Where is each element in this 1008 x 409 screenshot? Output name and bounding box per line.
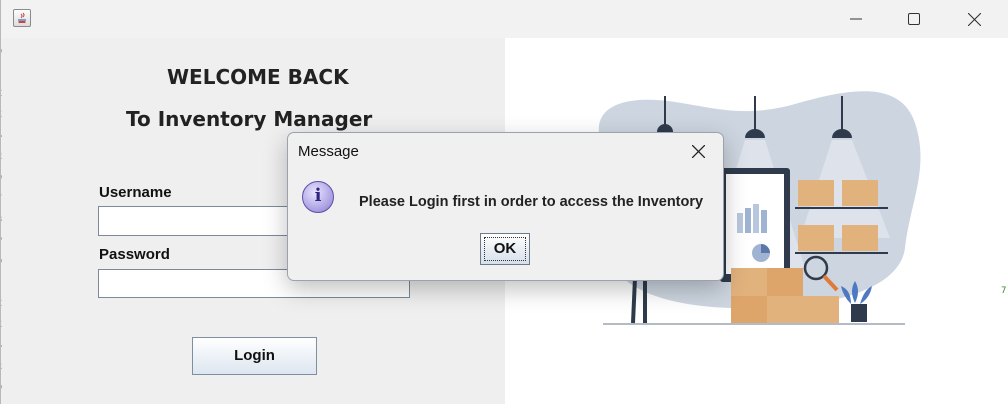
message-dialog: Message i Please Login first in order to… xyxy=(287,132,724,281)
ok-button[interactable]: OK xyxy=(480,233,530,265)
maximize-icon[interactable] xyxy=(891,0,937,38)
info-icon: i xyxy=(302,181,334,213)
username-field[interactable] xyxy=(98,206,318,236)
background-edge-mark: 7 xyxy=(1001,286,1007,296)
app-subheading: To Inventory Manager xyxy=(126,107,373,131)
welcome-heading: WELCOME BACK xyxy=(167,65,349,89)
login-button[interactable]: Login xyxy=(192,337,317,375)
dialog-message: Please Login first in order to access th… xyxy=(359,194,704,210)
username-label: Username xyxy=(99,184,172,201)
java-app-icon xyxy=(13,9,31,27)
title-bar[interactable] xyxy=(1,0,1008,38)
close-icon[interactable] xyxy=(679,135,719,169)
close-icon[interactable] xyxy=(951,0,997,38)
dialog-title: Message xyxy=(298,143,359,160)
minimize-icon[interactable] xyxy=(833,0,879,38)
app-window: 89012345678901234567 WELCOME BACK To Inv… xyxy=(0,0,1008,404)
password-label: Password xyxy=(99,246,170,263)
